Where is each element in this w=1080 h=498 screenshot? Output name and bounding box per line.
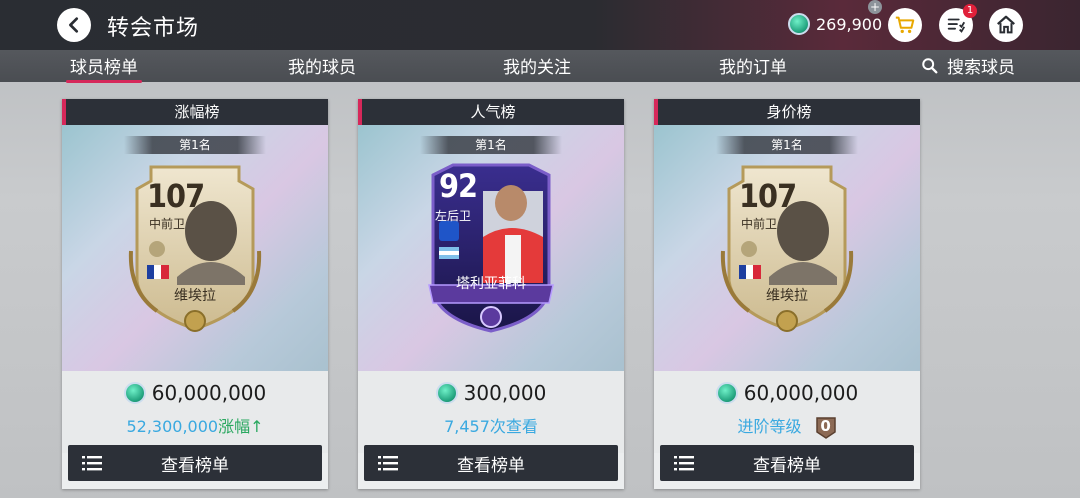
coin-amount: 269,900 [816,14,883,34]
views-label: 次查看 [489,417,538,436]
player-position: 左后卫 [435,209,472,223]
coin-icon [123,382,146,404]
rank-label: 第1名 [716,136,858,154]
notification-badge: 1 [963,4,977,18]
price-value: 300,000 [463,381,547,405]
tab-my-players[interactable]: 我的球员 [288,53,356,78]
cart-button[interactable] [888,8,922,42]
coin-icon [715,382,738,404]
rank-label: 第1名 [124,136,266,154]
card-title: 人气榜 [358,99,624,125]
price-row: 60,000,000 [62,381,328,405]
orders-list-icon [947,18,966,33]
tab-my-orders[interactable]: 我的订单 [719,53,787,78]
rank-label: 第1名 [420,136,562,154]
card-price-area: 300,000 7,457次查看 [358,371,624,453]
page-title: 转会市场 [107,16,200,41]
player-name: 塔利亚菲科 [456,276,526,292]
price-row: 300,000 [358,381,624,405]
upgrade-row: 进阶等级 0 [654,413,920,440]
card-artwork[interactable]: 第1名 107 中前卫 维埃拉 [62,125,328,371]
menu-list-icon [674,456,694,471]
views-row: 7,457次查看 [358,413,624,437]
coin-icon [788,13,810,35]
search-tab-label: 搜索球员 [947,58,1015,78]
arrow-up-icon: ↑ [250,417,264,436]
ranking-card-popularity: 人气榜 第1名 92 左后卫 塔利亚菲科 300,000 7,457次查看 查看… [358,99,624,489]
orders-button[interactable]: 1 [939,4,977,42]
upgrade-label: 进阶等级 [737,417,802,436]
card-title: 身价榜 [654,99,920,125]
ranking-card-gainers: 涨幅榜 第1名 107 中前卫 维埃拉 60,000,000 52,300,00… [62,99,328,489]
gain-row: 52,300,000涨幅↑ [62,413,328,437]
card-artwork[interactable]: 第1名 92 左后卫 塔利亚菲科 [358,125,624,371]
price-row: 60,000,000 [654,381,920,405]
player-card[interactable]: 92 左后卫 塔利亚菲科 [423,161,559,333]
tab-my-follows[interactable]: 我的关注 [503,53,571,78]
gain-value: 52,300,000 [126,417,219,436]
coin-balance[interactable]: 269,900 + [788,0,883,38]
cart-icon [895,16,915,34]
back-button[interactable] [57,8,91,42]
player-rating: 107 [147,177,205,215]
home-icon [997,15,1015,34]
upgrade-level-value: 0 [820,416,831,435]
player-rating: 92 [439,167,478,205]
menu-list-icon [378,456,398,471]
view-list-button[interactable]: 查看榜单 [364,445,618,481]
tab-search-players[interactable]: 搜索球员 [921,53,1015,78]
gain-label: 涨幅 [218,417,251,436]
views-value: 7,457 [444,417,490,436]
chevron-left-icon [69,17,79,33]
view-list-button[interactable]: 查看榜单 [68,445,322,481]
price-value: 60,000,000 [151,381,267,405]
tab-player-rankings[interactable]: 球员榜单 [66,53,142,83]
upgrade-level-badge: 0 [815,416,837,440]
home-button[interactable] [989,8,1023,42]
tab-bar: 球员榜单 我的球员 我的关注 我的订单 搜索球员 [0,50,1080,83]
player-card[interactable]: 107 中前卫 维埃拉 [719,161,855,333]
player-card[interactable]: 107 中前卫 维埃拉 [127,161,263,333]
plus-icon[interactable]: + [868,0,882,14]
view-list-label: 查看榜单 [161,455,229,476]
top-bar: 转会市场 269,900 + 1 [0,0,1080,50]
view-list-button[interactable]: 查看榜单 [660,445,914,481]
ranking-card-value: 身价榜 第1名 107 中前卫 维埃拉 60,000,000 进阶等级 0 查看… [654,99,920,489]
view-list-label: 查看榜单 [753,455,821,476]
player-rating: 107 [739,177,797,215]
price-value: 60,000,000 [743,381,859,405]
player-position: 中前卫 [149,217,186,231]
player-name: 维埃拉 [766,288,808,304]
view-list-label: 查看榜单 [457,455,525,476]
card-price-area: 60,000,000 52,300,000涨幅↑ [62,371,328,453]
player-name: 维埃拉 [174,288,216,304]
card-title: 涨幅榜 [62,99,328,125]
player-position: 中前卫 [741,217,778,231]
search-icon [922,57,938,73]
card-artwork[interactable]: 第1名 107 中前卫 维埃拉 [654,125,920,371]
coin-icon [435,382,458,404]
card-price-area: 60,000,000 进阶等级 0 [654,371,920,453]
menu-list-icon [82,456,102,471]
